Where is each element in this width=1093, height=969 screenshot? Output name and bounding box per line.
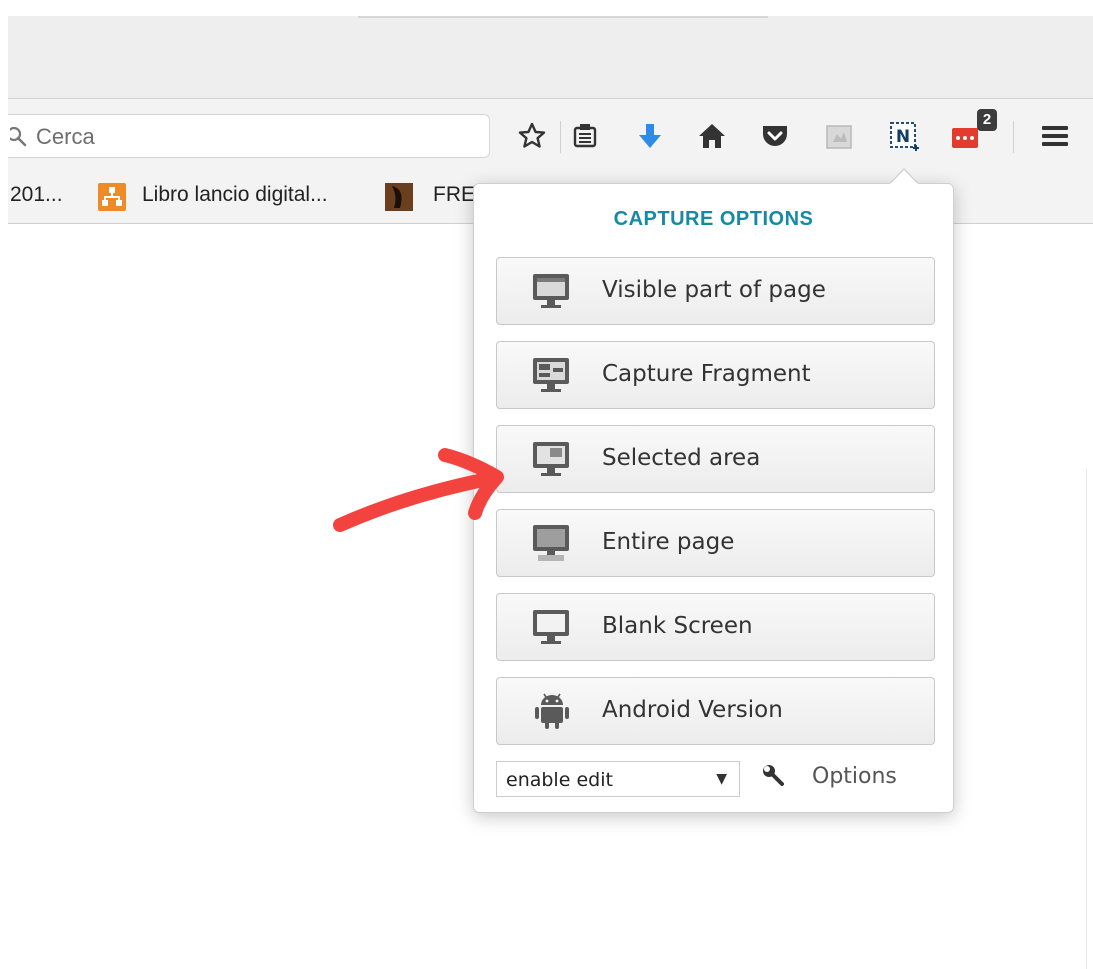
popup-title: CAPTURE OPTIONS — [613, 208, 814, 230]
star-icon[interactable] — [514, 118, 550, 154]
download-icon[interactable] — [632, 118, 668, 154]
blank-screen-button[interactable]: Blank Screen — [496, 593, 935, 661]
toolbar-separator — [560, 121, 561, 153]
android-version-button[interactable]: Android Version — [496, 677, 935, 745]
bookmark-item[interactable]: Libro lancio digital... — [142, 183, 328, 207]
monitor-visible-icon — [533, 274, 569, 308]
svg-text:N: N — [896, 127, 910, 147]
popup-pointer-fill — [890, 170, 918, 184]
select-value: enable edit — [506, 769, 613, 791]
pocket-icon[interactable] — [757, 118, 793, 154]
tab-bar — [8, 16, 1093, 99]
edit-mode-select[interactable]: enable edit ▼ — [496, 761, 740, 797]
option-label: Blank Screen — [602, 613, 753, 639]
entire-page-button[interactable]: Entire page — [496, 509, 935, 577]
home-icon[interactable] — [694, 118, 730, 154]
monitor-fragment-icon — [533, 358, 569, 392]
scrollbar-edge — [1086, 470, 1087, 969]
search-input[interactable] — [36, 123, 466, 151]
search-box[interactable] — [8, 114, 490, 158]
search-icon — [10, 127, 27, 147]
android-icon — [535, 693, 569, 729]
capture-options-popup: CAPTURE OPTIONS Visible part of page Cap… — [473, 183, 954, 813]
reading-list-icon[interactable] — [567, 118, 603, 154]
navigation-toolbar: N — [8, 99, 1093, 169]
option-label: Selected area — [602, 445, 761, 471]
menu-icon[interactable] — [1037, 118, 1073, 154]
dropdown-arrow-icon: ▼ — [716, 771, 727, 787]
monitor-selected-icon — [533, 442, 569, 476]
selected-area-button[interactable]: Selected area — [496, 425, 935, 493]
wrench-icon[interactable] — [760, 762, 788, 790]
options-link[interactable]: Options — [812, 764, 897, 789]
capture-extension-icon[interactable]: N — [886, 118, 922, 154]
capture-fragment-button[interactable]: Capture Fragment — [496, 341, 935, 409]
option-label: Android Version — [602, 697, 783, 723]
monitor-blank-icon — [533, 610, 569, 644]
bookmark-favicon-icon — [385, 183, 413, 211]
visible-part-button[interactable]: Visible part of page — [496, 257, 935, 325]
bookmark-item[interactable]: 201... — [10, 183, 63, 207]
extension-icon[interactable] — [821, 118, 857, 154]
notification-badge: 2 — [977, 109, 997, 131]
option-label: Entire page — [602, 529, 735, 555]
option-label: Visible part of page — [602, 277, 826, 303]
option-label: Capture Fragment — [602, 361, 811, 387]
bookmark-item[interactable]: FRE — [433, 183, 475, 207]
tab-edge — [358, 16, 768, 18]
toolbar-separator — [1013, 121, 1014, 153]
window-top-edge — [0, 0, 1093, 16]
monitor-entire-icon — [533, 525, 569, 561]
bookmark-favicon-icon — [98, 183, 126, 211]
